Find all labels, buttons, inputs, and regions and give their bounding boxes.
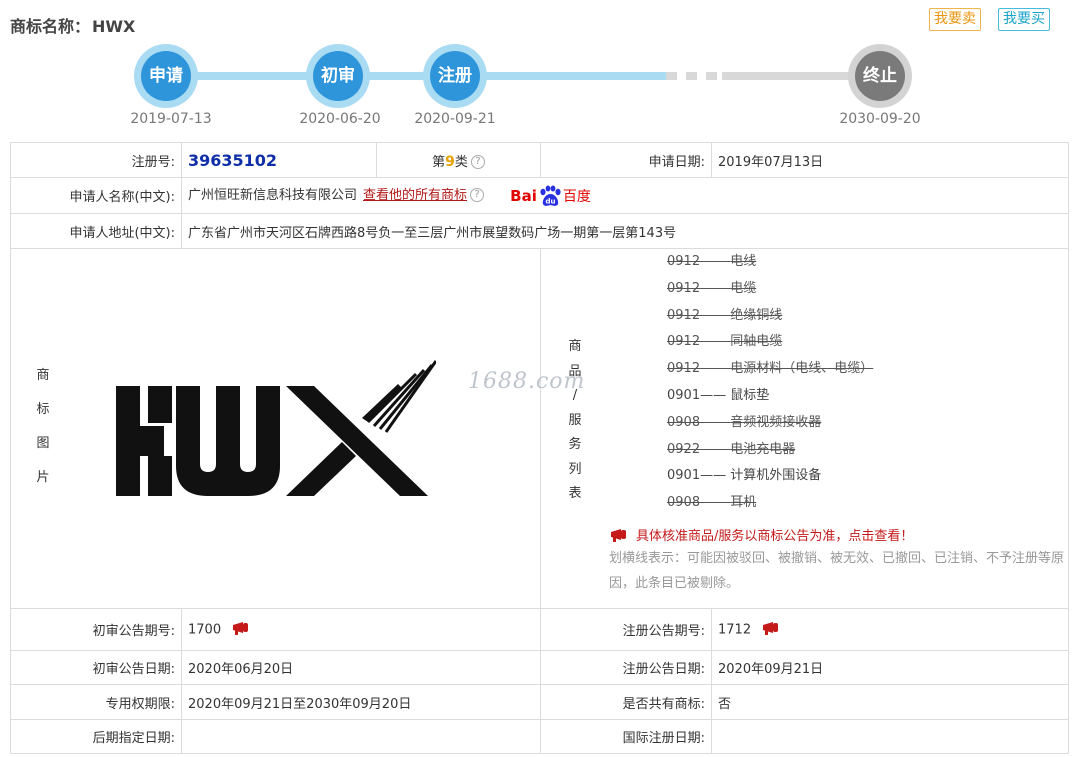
help-icon[interactable]: ? xyxy=(470,154,485,169)
image-label: 商 标 图 片 xyxy=(36,368,50,485)
timeline-dash xyxy=(666,72,677,80)
prelim-date: 2020年06月20日 xyxy=(181,650,541,685)
apply-date-label: 申请日期: xyxy=(540,142,712,178)
timeline-track xyxy=(166,72,666,80)
goods-item: 0912—— 电缆 xyxy=(667,280,757,296)
timeline-date: 2020-09-21 xyxy=(414,111,496,127)
applicant-address: 广东省广州市天河区石牌西路8号负一至三层广州市展望数码广场一期第一层第143号 xyxy=(181,213,1069,249)
class-no: 9 xyxy=(445,153,455,170)
timeline-step-expire: 终止 xyxy=(848,44,912,108)
goods-item: 0901—— 计算机外围设备 xyxy=(667,468,822,484)
svg-text:du: du xyxy=(545,197,555,205)
watermark: 1688.com xyxy=(468,369,586,394)
baidu-logo[interactable]: Bai du 百度 xyxy=(510,185,591,207)
timeline-dash xyxy=(706,72,717,80)
strike-hint: 划横线表示：可能因被驳回、被撤销、被无效、已撤回、已注销、不予注册等原因，此条目… xyxy=(609,551,1065,591)
exclusive-period: 2020年09月21日至2030年09月20日 xyxy=(181,684,541,720)
goods-item: 0922—— 电池充电器 xyxy=(667,441,796,457)
megaphone-icon xyxy=(611,528,626,542)
goods-item: 0908—— 音频视频接收器 xyxy=(667,414,822,430)
shared-value: 否 xyxy=(711,684,1069,720)
all-marks-link[interactable]: 查看他的所有商标 xyxy=(363,188,467,203)
prelim-no-label: 初审公告期号: xyxy=(10,608,182,651)
timeline-step-register: 注册 xyxy=(423,44,487,108)
trademark-name-label: 商标名称： xyxy=(10,17,91,36)
megaphone-icon[interactable] xyxy=(231,620,253,640)
applicant-label: 申请人名称(中文): xyxy=(10,177,182,214)
timeline-date: 2020-06-20 xyxy=(299,111,381,127)
timeline-step-prelim: 初审 xyxy=(306,44,370,108)
prelim-no: 1700 xyxy=(188,622,222,637)
timeline-date: 2019-07-13 xyxy=(130,111,212,127)
reg-ann-date: 2020年09月21日 xyxy=(711,650,1069,685)
reg-no-label: 注册号: xyxy=(10,142,182,178)
goods-services-cell: 商 品 / 服 务 列 表 0912—— 电线 0912—— 电缆 0912—— 绝… xyxy=(540,248,1069,609)
later-label: 后期指定日期: xyxy=(10,719,182,754)
timeline-date: 2030-09-20 xyxy=(839,111,921,127)
prelim-date-label: 初审公告日期: xyxy=(10,650,182,685)
megaphone-icon[interactable] xyxy=(761,620,783,640)
intl-value xyxy=(711,719,1069,754)
reg-no: 39635102 xyxy=(188,150,278,170)
class-cell: 第9类? xyxy=(376,142,541,178)
timeline-step-apply: 申请 xyxy=(134,44,198,108)
reg-ann-no-label: 注册公告期号: xyxy=(540,608,712,651)
goods-notice[interactable]: 具体核准商品/服务以商标公告为准，点击查看！ xyxy=(609,525,1069,544)
later-value xyxy=(181,719,541,754)
goods-list: 0912—— 电线 0912—— 电缆 0912—— 绝缘铜线 0912—— 同轴电缆… xyxy=(667,249,873,517)
sell-button[interactable]: 我要卖 xyxy=(929,8,981,31)
shared-label: 是否共有商标: xyxy=(540,684,712,720)
page-title: 商标名称： HWX xyxy=(10,13,135,37)
goods-item: 0912—— 同轴电缆 xyxy=(667,334,783,350)
trademark-logo-image xyxy=(116,360,436,496)
goods-item: 0908—— 耳机 xyxy=(667,495,757,511)
buy-button[interactable]: 我要买 xyxy=(998,8,1050,31)
apply-date: 2019年07月13日 xyxy=(711,142,1069,178)
goods-item: 0901—— 鼠标垫 xyxy=(667,387,770,403)
reg-ann-no: 1712 xyxy=(718,622,752,637)
trademark-name: HWX xyxy=(92,17,136,36)
trademark-detail-table: 注册号: 39635102 第9类? 申请日期: 2019年07月13日 申请人… xyxy=(10,142,1069,754)
applicant-name: 广州恒旺新信息科技有限公司 xyxy=(188,188,358,204)
goods-label: 商 品 / 服 务 列 表 xyxy=(568,339,582,501)
exclusive-label: 专用权期限: xyxy=(10,684,182,720)
goods-item: 0912—— 绝缘铜线 xyxy=(667,307,783,323)
help-icon[interactable]: ? xyxy=(470,188,485,203)
goods-item: 0912—— 电源材料（电线、电缆） xyxy=(667,361,874,377)
reg-ann-date-label: 注册公告日期: xyxy=(540,650,712,685)
intl-label: 国际注册日期: xyxy=(540,719,712,754)
timeline-dash xyxy=(686,72,697,80)
baidu-paw-icon: du xyxy=(540,185,561,206)
address-label: 申请人地址(中文): xyxy=(10,213,182,249)
trademark-image-cell: 商 标 图 片 xyxy=(10,248,541,609)
goods-item: 0912—— 电线 xyxy=(667,254,757,269)
